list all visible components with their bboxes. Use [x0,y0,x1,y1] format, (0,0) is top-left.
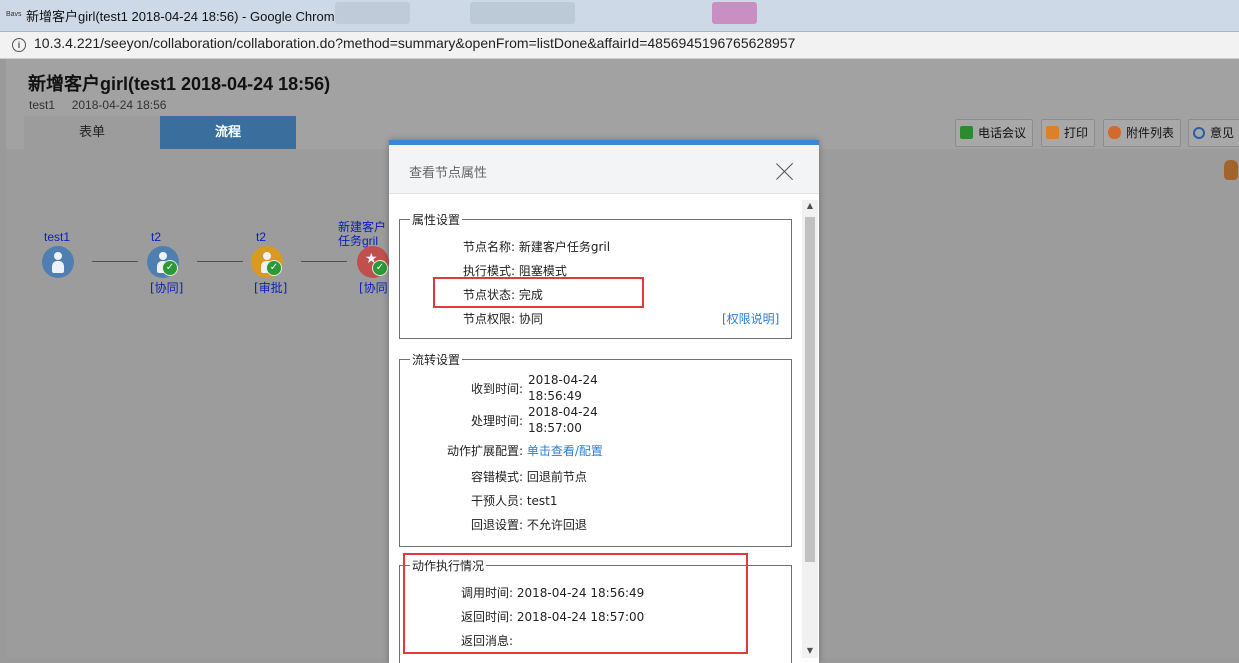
attachment-list-button[interactable]: 附件列表 [1103,119,1182,147]
tab-flow[interactable]: 流程 [160,116,296,149]
intervene-row: 干预人员: test1 [399,492,558,509]
flow-connector [197,261,243,262]
processed-time-row: 处理时间: [399,412,523,429]
phone-conference-label: 电话会议 [978,126,1027,140]
highlight-box [433,277,644,308]
scrollbar-thumb[interactable] [805,217,815,562]
printer-icon [1046,126,1059,139]
received-time-row: 收到时间: [399,380,523,397]
received-clock: 18:56:49 [528,389,582,403]
received-date: 2018-04-24 [528,373,598,387]
sender-name: test1 [29,98,56,112]
node-perm-row: 节点权限: 协同 [399,310,543,327]
field-label: 容错模式: [470,470,523,484]
check-icon: ✓ [266,260,282,276]
page-title: 新增客户girl(test1 2018-04-24 18:56) [28,74,331,94]
node-name: 新建客户任务gril [338,220,387,248]
person-node-icon[interactable] [42,246,74,278]
paperclip-icon [1108,126,1121,139]
field-label: 处理时间: [470,414,523,428]
rollback-row: 回退设置: 不允许回退 [399,516,587,533]
node-role: [审批] [254,281,288,295]
node-role: [协同] [150,281,184,295]
page-subtitle: test1 2018-04-24 18:56 [29,98,166,112]
flow-connector [301,261,347,262]
favicon-icon: Bavs [6,11,22,18]
field-label: 节点权限: [462,312,515,326]
processed-date: 2018-04-24 [528,405,598,419]
url-text[interactable]: 10.3.4.221/seeyon/collaboration/collabor… [34,35,795,51]
dialog-title: 查看节点属性 [409,166,488,181]
send-time: 2018-04-24 18:56 [71,98,167,112]
info-icon[interactable]: i [12,38,26,52]
window-title: 新增客户girl(test1 2018-04-24 18:56) - Googl… [26,9,342,24]
hand-icon[interactable] [1224,160,1238,180]
exec-mode-value: 阻塞模式 [518,264,567,278]
taskbar-thumbnail-blur [335,2,410,24]
node-name-row: 节点名称: 新建客户任务gril [399,238,610,255]
field-label: 回退设置: [470,518,523,532]
node-name: test1 [44,230,71,244]
field-label: 动作扩展配置: [446,444,523,458]
node-role: [协同] [359,281,393,295]
print-button[interactable]: 打印 [1041,119,1096,147]
taskbar-thumbnail-blur [712,2,757,24]
opinion-button[interactable]: 意见 [1188,119,1239,147]
opinion-label: 意见 [1210,126,1235,140]
intervene-value: test1 [526,494,558,508]
scroll-up-icon[interactable]: ▲ [802,200,818,212]
node-name: t2 [256,230,267,244]
phone-conference-button[interactable]: 电话会议 [955,119,1034,147]
received-time-value: 2018-04-24 18:56:49 [528,372,598,404]
taskbar-thumbnail-blur [470,2,575,24]
processed-time-value: 2018-04-24 18:57:00 [528,404,598,436]
flow-connector [92,261,138,262]
attachment-list-label: 附件列表 [1126,126,1175,140]
field-label: 收到时间: [470,382,523,396]
fault-mode-row: 容错模式: 回退前节点 [399,468,587,485]
highlight-box [403,553,748,654]
fault-mode-value: 回退前节点 [526,470,587,484]
scroll-down-icon[interactable]: ▼ [802,645,818,657]
rollback-value: 不允许回退 [526,518,587,532]
permission-help-link[interactable]: [权限说明] [722,310,779,327]
node-perm-value: 协同 [518,312,543,326]
print-label: 打印 [1064,126,1089,140]
node-name: t2 [151,230,162,244]
action-ext-config-link[interactable]: 单击查看/配置 [527,444,603,458]
node-name-value: 新建客户任务gril [518,240,611,254]
processed-clock: 18:57:00 [528,421,582,435]
node-properties-dialog: 查看节点属性 属性设置 节点名称: 新建客户任务gril 执行模式: 阻塞模式 … [389,140,819,663]
check-icon: ✓ [162,260,178,276]
field-label: 节点名称: [462,240,515,254]
action-ext-row: 动作扩展配置: 单击查看/配置 [399,442,603,459]
close-icon[interactable] [774,161,796,183]
section-legend: 属性设置 [412,213,461,227]
section-legend: 流转设置 [412,353,461,367]
check-icon: ✓ [372,260,388,276]
field-label: 干预人员: [470,494,523,508]
phone-icon [960,126,973,139]
search-icon [1193,127,1205,139]
tab-form[interactable]: 表单 [24,116,160,149]
